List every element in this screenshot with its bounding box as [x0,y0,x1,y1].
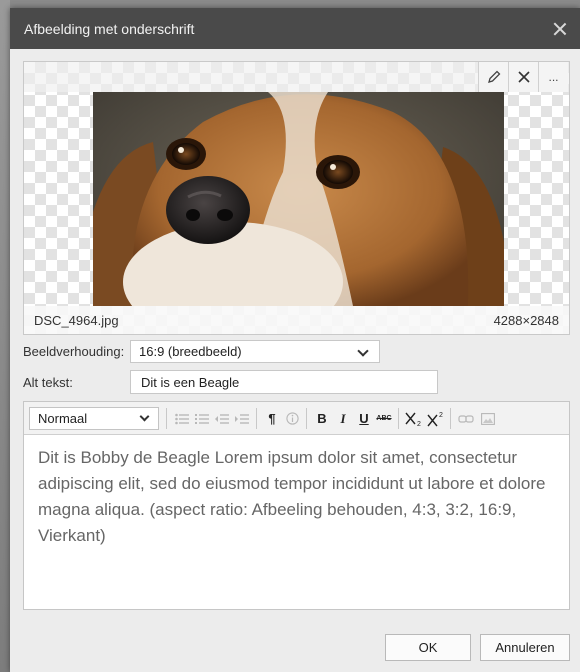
pencil-icon [487,70,500,83]
underline-icon: U [359,411,369,426]
caption-editor: Normaal ¶ B I U ABC 2 2 Dit is Bobby de … [23,401,570,610]
caption-text[interactable]: Dit is Bobby de Beagle Lorem ipsum dolor… [24,435,569,559]
info-button[interactable] [282,407,302,430]
link-icon [458,414,474,423]
chevron-down-icon [139,411,150,422]
italic-button[interactable]: I [333,407,353,430]
toolbar-separator [398,408,399,429]
close-dialog-icon[interactable] [552,21,568,37]
strikethrough-icon: ABC [376,415,392,422]
cancel-button[interactable]: Annuleren [480,634,570,661]
alt-text-input[interactable]: Dit is een Beagle [130,370,438,394]
toolbar-separator [256,408,257,429]
editor-toolbar: Normaal ¶ B I U ABC 2 2 [24,402,569,435]
numbered-list-icon [195,413,209,424]
bold-icon: B [317,411,327,426]
image-icon [481,412,495,425]
caption-image-dialog: Afbeelding met onderschrift ... DSC_4964… [10,8,580,672]
image-filename: DSC_4964.jpg [34,312,119,328]
link-button[interactable] [456,407,476,430]
toolbar-separator [450,408,451,429]
paragraph-icon: ¶ [268,411,276,426]
backdrop [0,0,10,672]
aspect-ratio-select[interactable]: 16:9 (breedbeeld) [130,340,380,363]
edit-image-button[interactable] [478,62,508,92]
aspect-ratio-value: 16:9 (breedbeeld) [139,344,242,359]
bold-button[interactable]: B [312,407,332,430]
outdent-button[interactable] [212,407,232,430]
bulleted-list-icon [175,413,189,424]
more-options-button[interactable]: ... [538,62,568,92]
insert-image-button[interactable] [478,407,498,430]
numbered-list-button[interactable] [192,407,212,430]
svg-text:2: 2 [439,412,443,419]
info-icon [285,412,299,425]
image-dimensions: 4288×2848 [493,312,559,328]
italic-icon: I [340,410,346,426]
image-preview-panel: ... DSC_4964.jpg 4288×2848 [23,61,570,335]
superscript-icon: 2 [427,412,443,426]
subscript-icon: 2 [405,412,421,427]
beagle-photo [93,92,504,306]
image-toolbar: ... [24,62,569,92]
chevron-down-icon [357,345,369,357]
image-info-bar: DSC_4964.jpg 4288×2848 [24,306,569,334]
alt-text-label: Alt tekst: [23,375,73,390]
toolbar-separator [306,408,307,429]
svg-text:2: 2 [417,421,421,427]
paragraph-format-select[interactable]: Normaal [29,407,159,430]
aspect-ratio-label: Beeldverhouding: [23,344,125,359]
toolbar-separator [166,408,167,429]
show-blocks-button[interactable]: ¶ [262,407,282,430]
dialog-titlebar: Afbeelding met onderschrift [10,8,580,49]
close-icon [517,71,530,83]
dialog-title: Afbeelding met onderschrift [24,20,195,37]
ok-button[interactable]: OK [385,634,471,661]
strikethrough-button[interactable]: ABC [374,407,394,430]
subscript-button[interactable]: 2 [404,407,424,430]
paragraph-format-value: Normaal [38,411,88,426]
outdent-icon [215,413,229,424]
superscript-button[interactable]: 2 [426,407,446,430]
underline-button[interactable]: U [354,407,374,430]
bulleted-list-button[interactable] [172,407,192,430]
alt-text-value: Dit is een Beagle [141,374,240,390]
indent-icon [235,413,249,424]
indent-button[interactable] [232,407,252,430]
more-icon: ... [548,70,559,84]
remove-image-button[interactable] [508,62,538,92]
